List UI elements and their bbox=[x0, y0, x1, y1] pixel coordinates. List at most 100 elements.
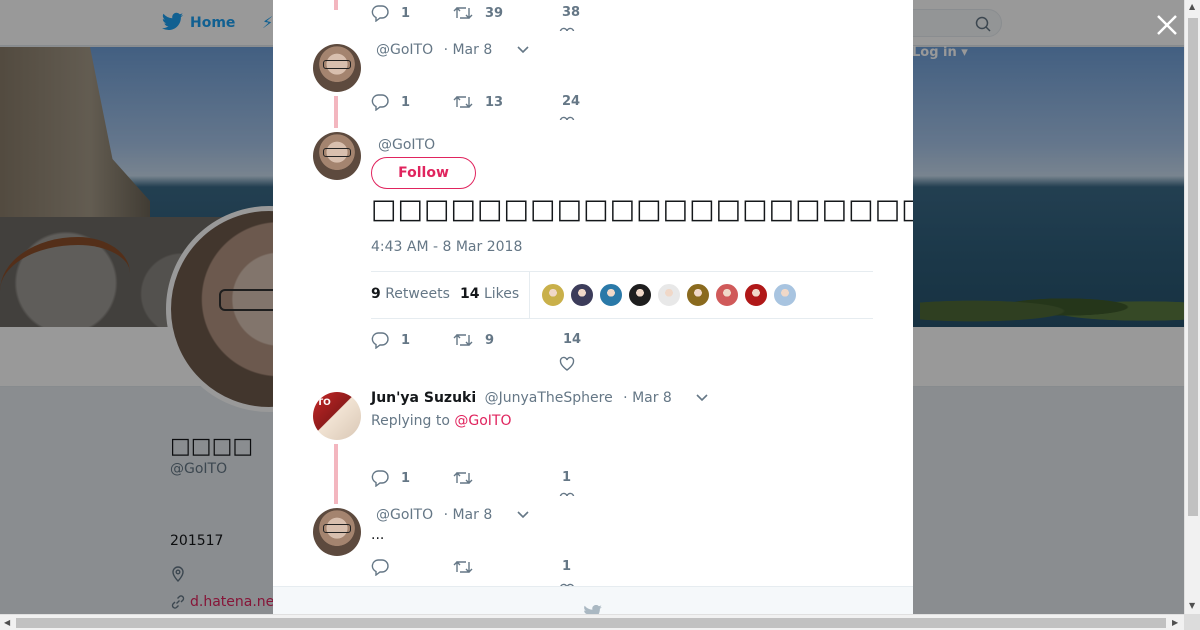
replying-to: Replying to @GoITO bbox=[371, 413, 512, 429]
retweet-icon bbox=[453, 7, 473, 19]
close-icon[interactable] bbox=[1154, 12, 1180, 38]
like-count: 24 bbox=[562, 94, 581, 109]
liker-avatar[interactable] bbox=[657, 283, 681, 307]
like-count: 14 bbox=[563, 332, 582, 347]
scroll-up-arrow-icon[interactable]: ▲ bbox=[1189, 2, 1195, 11]
heart-icon[interactable] bbox=[559, 492, 575, 496]
reply-icon bbox=[371, 94, 389, 111]
liker-avatar[interactable] bbox=[744, 283, 768, 307]
reply-count: 1 bbox=[401, 332, 411, 348]
thread-connector bbox=[334, 0, 338, 10]
scroll-left-arrow-icon[interactable]: ◀ bbox=[4, 618, 10, 627]
like-count: 1 bbox=[562, 470, 572, 485]
scrollbar-corner bbox=[1184, 614, 1200, 630]
thread-connector bbox=[334, 96, 338, 128]
retweet-count: 39 bbox=[485, 5, 504, 21]
tweet-actions bbox=[371, 558, 691, 582]
chevron-down-icon[interactable] bbox=[696, 394, 708, 402]
vertical-scrollbar[interactable]: ▲ ▼ bbox=[1184, 0, 1200, 614]
tweet-text: □□□□□□□□□□□□□□□□□□□□□□□ bbox=[371, 194, 913, 225]
tweet-header: @GoITO · Mar 8 bbox=[376, 507, 529, 523]
liker-avatar[interactable] bbox=[686, 283, 710, 307]
liker-avatar[interactable] bbox=[570, 283, 594, 307]
chevron-down-icon[interactable] bbox=[517, 511, 529, 519]
reply-count: 1 bbox=[401, 94, 411, 110]
tweet-stats: 9 Retweets 14 Likes bbox=[371, 271, 873, 319]
heart-icon[interactable] bbox=[559, 27, 575, 31]
avatar[interactable] bbox=[313, 44, 361, 92]
likes-label: Likes bbox=[483, 286, 520, 302]
liker-avatar[interactable] bbox=[628, 283, 652, 307]
retweet-icon bbox=[453, 334, 473, 346]
reply-count: 1 bbox=[401, 5, 411, 21]
liker-avatar[interactable] bbox=[715, 283, 739, 307]
like-count: 1 bbox=[562, 559, 572, 574]
tweet-actions: 1 13 bbox=[371, 93, 691, 117]
reply-icon bbox=[371, 470, 389, 487]
twitter-bird-icon bbox=[584, 605, 602, 614]
retweet-button[interactable] bbox=[453, 469, 485, 487]
tweet-actions: 1 9 bbox=[371, 331, 691, 355]
reply-count: 1 bbox=[401, 470, 411, 486]
tweet-display-name[interactable]: Jun'ya Suzuki bbox=[371, 390, 476, 406]
liker-avatar[interactable] bbox=[599, 283, 623, 307]
stats-divider bbox=[529, 272, 530, 319]
reply-button[interactable]: 1 bbox=[371, 331, 410, 349]
retweet-count: 13 bbox=[485, 94, 504, 110]
tweet-header: @GoITO · Mar 8 bbox=[376, 42, 529, 58]
tweet-handle[interactable]: @GoITO bbox=[376, 42, 433, 58]
scroll-down-arrow-icon[interactable]: ▼ bbox=[1189, 601, 1195, 610]
tweet-actions: 1 bbox=[371, 469, 691, 493]
chevron-down-icon[interactable] bbox=[517, 46, 529, 54]
tweet-text: ... bbox=[371, 527, 385, 543]
tweet-date[interactable]: · Mar 8 bbox=[444, 42, 493, 58]
avatar[interactable] bbox=[313, 508, 361, 556]
replying-to-link[interactable]: @GoITO bbox=[454, 413, 511, 429]
reply-button[interactable]: 1 bbox=[371, 469, 410, 487]
horizontal-scroll-thumb[interactable] bbox=[16, 618, 1166, 628]
retweet-button[interactable]: 39 bbox=[453, 4, 503, 22]
heart-icon[interactable] bbox=[559, 116, 575, 120]
reply-button[interactable] bbox=[371, 558, 401, 576]
retweet-button[interactable]: 13 bbox=[453, 93, 503, 111]
avatar[interactable]: TO bbox=[313, 392, 361, 440]
retweets-stat[interactable]: 9 Retweets bbox=[371, 286, 450, 302]
tweet-handle[interactable]: @GoITO bbox=[378, 137, 435, 153]
reply-button[interactable]: 1 bbox=[371, 4, 410, 22]
likes-count: 14 bbox=[460, 286, 480, 302]
follow-button[interactable]: Follow bbox=[371, 157, 476, 189]
reply-icon bbox=[371, 332, 389, 349]
tweet-actions: 1 39 bbox=[371, 4, 691, 28]
modal-footer bbox=[273, 586, 913, 614]
retweet-button[interactable]: 9 bbox=[453, 331, 494, 349]
avatar[interactable] bbox=[313, 132, 361, 180]
retweet-count: 9 bbox=[485, 332, 495, 348]
replying-prefix: Replying to bbox=[371, 413, 450, 429]
liker-avatar[interactable] bbox=[773, 283, 797, 307]
like-count: 38 bbox=[562, 5, 581, 20]
reply-button[interactable]: 1 bbox=[371, 93, 410, 111]
retweet-icon bbox=[453, 472, 473, 484]
retweet-button[interactable] bbox=[453, 558, 485, 576]
tweet-handle[interactable]: @JunyaTheSphere bbox=[485, 390, 613, 406]
likes-stat[interactable]: 14 Likes bbox=[460, 286, 519, 302]
horizontal-scrollbar[interactable]: ◀ ▶ bbox=[0, 614, 1184, 630]
tweet-header: Jun'ya Suzuki @JunyaTheSphere · Mar 8 bbox=[371, 390, 708, 406]
retweets-label: Retweets bbox=[385, 286, 450, 302]
reply-icon bbox=[371, 5, 389, 22]
retweet-icon bbox=[453, 96, 473, 108]
tweet-timestamp[interactable]: 4:43 AM - 8 Mar 2018 bbox=[371, 239, 522, 255]
vertical-scroll-thumb[interactable] bbox=[1188, 18, 1198, 516]
scroll-right-arrow-icon[interactable]: ▶ bbox=[1172, 618, 1178, 627]
liker-avatars bbox=[541, 283, 802, 307]
tweet-handle[interactable]: @GoITO bbox=[376, 507, 433, 523]
liker-avatar[interactable] bbox=[541, 283, 565, 307]
heart-icon[interactable] bbox=[559, 356, 575, 372]
tweet-date[interactable]: · Mar 8 bbox=[623, 390, 672, 406]
reply-icon bbox=[371, 559, 389, 576]
tweet-permalink-modal: 1 39 38 @GoITO · Mar 8 1 13 24 @GoITO Fo… bbox=[273, 0, 913, 614]
tweet-date[interactable]: · Mar 8 bbox=[444, 507, 493, 523]
retweet-icon bbox=[453, 561, 473, 573]
thread-connector bbox=[334, 444, 338, 504]
retweets-count: 9 bbox=[371, 286, 381, 302]
